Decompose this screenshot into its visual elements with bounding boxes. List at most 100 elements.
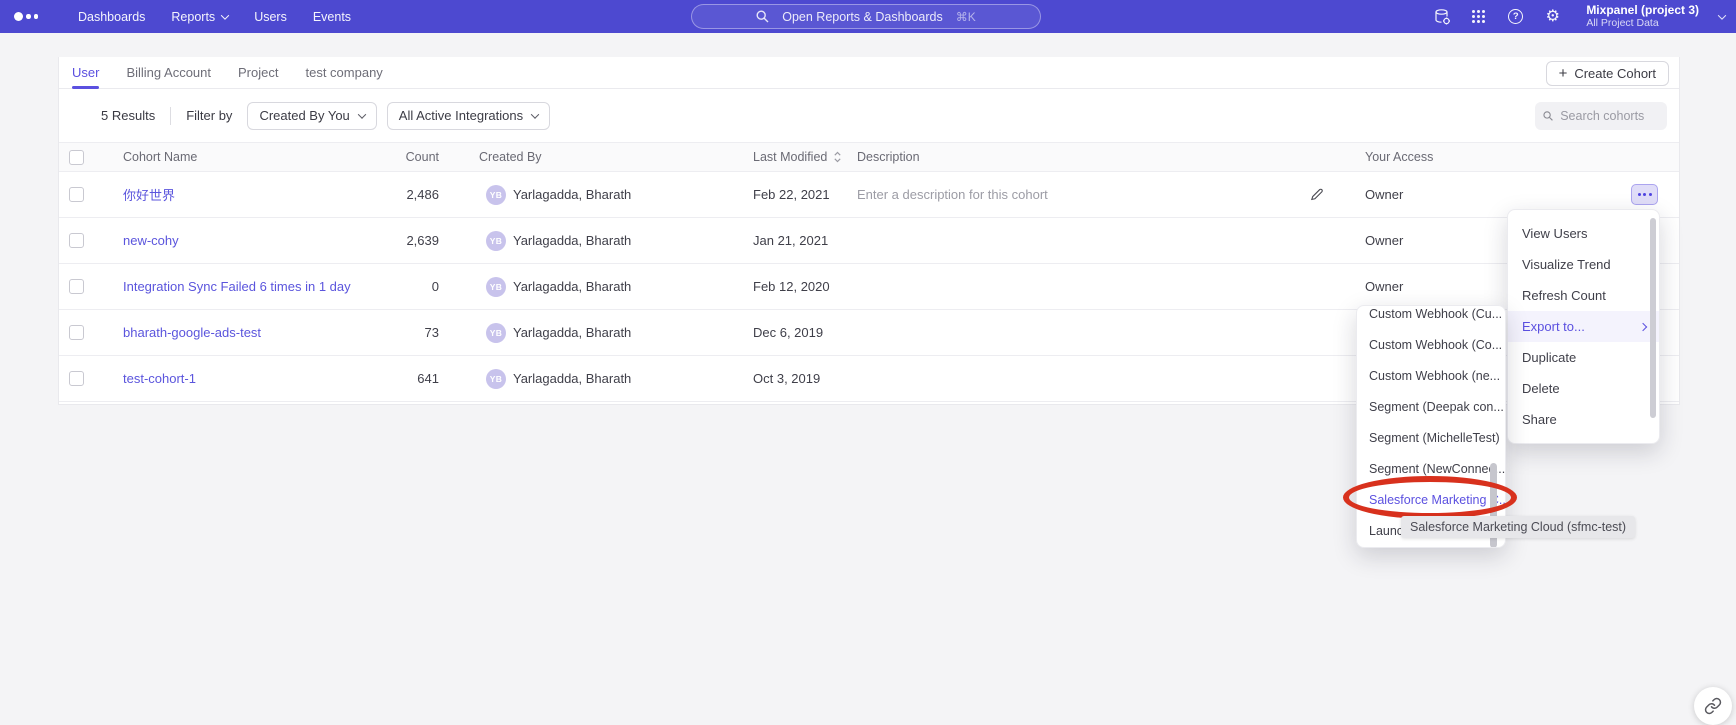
row-checkbox[interactable] — [69, 325, 84, 340]
sort-icon — [833, 151, 842, 163]
share-link-floating-button[interactable] — [1694, 687, 1732, 725]
cohort-name-link[interactable]: 你好世界 — [123, 185, 175, 204]
cohort-modified: Feb 22, 2021 — [753, 172, 830, 217]
tab-project[interactable]: Project — [238, 57, 278, 88]
header-your-access: Your Access — [1365, 143, 1433, 171]
nav-users[interactable]: Users — [254, 10, 287, 24]
submenu-item-custom-webhook-2[interactable]: Custom Webhook (Co... — [1357, 329, 1505, 360]
menu-item-share[interactable]: Share — [1508, 404, 1659, 435]
cohort-creator: Yarlagadda, Bharath — [513, 356, 631, 401]
header-cohort-name: Cohort Name — [123, 143, 197, 171]
help-icon[interactable]: ? — [1506, 7, 1525, 26]
row-actions-menu: View Users Visualize Trend Refresh Count… — [1507, 209, 1660, 444]
edit-description-icon[interactable] — [1309, 172, 1324, 217]
export-submenu: Custom Webhook (Cu... Custom Webhook (Co… — [1356, 305, 1506, 548]
submenu-item-salesforce-marketing-cloud[interactable]: Salesforce Marketing C... — [1357, 484, 1505, 515]
cohort-name-link[interactable]: test-cohort-1 — [123, 371, 196, 386]
row-checkbox[interactable] — [69, 187, 84, 202]
select-all-checkbox[interactable] — [69, 150, 84, 165]
header-count: Count — [339, 143, 439, 171]
global-search-bar[interactable]: Open Reports & Dashboards ⌘K — [691, 4, 1041, 29]
chevron-down-icon — [531, 110, 539, 118]
nav-dashboards[interactable]: Dashboards — [78, 10, 145, 24]
description-placeholder[interactable]: Enter a description for this cohort — [857, 172, 1048, 217]
cohort-modified: Jan 21, 2021 — [753, 218, 828, 263]
submenu-item-segment-3[interactable]: Segment (NewConnec... — [1357, 453, 1505, 484]
tab-billing-account[interactable]: Billing Account — [126, 57, 211, 88]
table-row: 你好世界 2,486 YB Yarlagadda, Bharath Feb 22… — [59, 172, 1679, 218]
menu-item-delete[interactable]: Delete — [1508, 373, 1659, 404]
submenu-item-segment-1[interactable]: Segment (Deepak con... — [1357, 391, 1505, 422]
menu-item-duplicate[interactable]: Duplicate — [1508, 342, 1659, 373]
nav-reports-label: Reports — [171, 10, 215, 24]
integrations-filter-label: All Active Integrations — [399, 108, 523, 123]
cohort-modified: Oct 3, 2019 — [753, 356, 820, 401]
created-by-filter-label: Created By You — [259, 108, 349, 123]
nav-events[interactable]: Events — [313, 10, 351, 24]
create-cohort-button[interactable]: + Create Cohort — [1546, 61, 1669, 86]
chevron-down-icon — [358, 110, 366, 118]
menu-item-view-users[interactable]: View Users — [1508, 218, 1659, 249]
row-checkbox[interactable] — [69, 371, 84, 386]
cohort-modified: Dec 6, 2019 — [753, 310, 823, 355]
cohort-count: 641 — [339, 356, 439, 401]
cohort-count: 73 — [339, 310, 439, 355]
access-label: Owner — [1365, 218, 1403, 263]
table-header: Cohort Name Count Created By Last Modifi… — [59, 142, 1679, 172]
cohort-creator: Yarlagadda, Bharath — [513, 172, 631, 217]
row-actions-button[interactable] — [1631, 184, 1658, 205]
link-icon — [1704, 697, 1722, 715]
table-row: new-cohy 2,639 YB Yarlagadda, Bharath Ja… — [59, 218, 1679, 264]
search-icon — [756, 10, 769, 23]
row-checkbox[interactable] — [69, 233, 84, 248]
tab-test-company[interactable]: test company — [305, 57, 382, 88]
cohort-count: 0 — [339, 264, 439, 309]
avatar: YB — [486, 323, 506, 343]
header-created-by: Created By — [479, 143, 542, 171]
cohort-name-link[interactable]: Integration Sync Failed 6 times in 1 day — [123, 279, 351, 294]
avatar: YB — [486, 231, 506, 251]
tab-user[interactable]: User — [72, 57, 99, 88]
submenu-item-custom-webhook-1[interactable]: Custom Webhook (Cu... — [1357, 305, 1505, 329]
apps-grid-icon[interactable] — [1469, 7, 1488, 26]
data-management-icon[interactable] — [1432, 7, 1451, 26]
menu-item-refresh-count[interactable]: Refresh Count — [1508, 280, 1659, 311]
chevron-down-icon — [221, 11, 229, 19]
submenu-item-segment-2[interactable]: Segment (MichelleTest) — [1357, 422, 1505, 453]
results-count: 5 Results — [101, 108, 155, 123]
export-to-label: Export to... — [1522, 319, 1585, 334]
filter-by-label: Filter by — [186, 108, 232, 123]
search-icon — [1543, 110, 1553, 122]
cohort-creator: Yarlagadda, Bharath — [513, 218, 631, 263]
search-shortcut: ⌘K — [956, 10, 976, 24]
chevron-right-icon — [1639, 322, 1647, 330]
global-search-placeholder: Open Reports & Dashboards — [782, 10, 943, 24]
header-description: Description — [857, 143, 920, 171]
row-checkbox[interactable] — [69, 279, 84, 294]
cohort-count: 2,639 — [339, 218, 439, 263]
project-name: Mixpanel (project 3) — [1586, 4, 1699, 18]
nav-reports[interactable]: Reports — [171, 10, 228, 24]
header-last-modified[interactable]: Last Modified — [753, 143, 842, 171]
cohort-type-tabs: User Billing Account Project test compan… — [59, 57, 1679, 89]
top-nav: Dashboards Reports Users Events Open Rep… — [0, 0, 1736, 33]
mixpanel-logo-icon[interactable] — [14, 12, 38, 21]
settings-gear-icon[interactable]: ⚙ — [1543, 7, 1562, 26]
menu-scrollbar[interactable] — [1650, 218, 1656, 418]
created-by-filter[interactable]: Created By You — [247, 102, 376, 130]
access-label: Owner — [1365, 172, 1403, 217]
project-selector[interactable]: Mixpanel (project 3) All Project Data — [1586, 4, 1699, 30]
menu-item-visualize-trend[interactable]: Visualize Trend — [1508, 249, 1659, 280]
menu-item-export-to[interactable]: Export to... — [1508, 311, 1659, 342]
cohort-modified: Feb 12, 2020 — [753, 264, 830, 309]
project-chevron-down-icon — [1718, 11, 1726, 19]
table-row: Integration Sync Failed 6 times in 1 day… — [59, 264, 1679, 310]
avatar: YB — [486, 185, 506, 205]
search-cohorts-input[interactable] — [1560, 109, 1659, 123]
search-cohorts-box[interactable] — [1535, 102, 1667, 130]
header-last-modified-label: Last Modified — [753, 150, 827, 164]
submenu-item-custom-webhook-3[interactable]: Custom Webhook (ne... — [1357, 360, 1505, 391]
cohort-name-link[interactable]: new-cohy — [123, 233, 179, 248]
cohort-name-link[interactable]: bharath-google-ads-test — [123, 325, 261, 340]
integrations-filter[interactable]: All Active Integrations — [387, 102, 550, 130]
